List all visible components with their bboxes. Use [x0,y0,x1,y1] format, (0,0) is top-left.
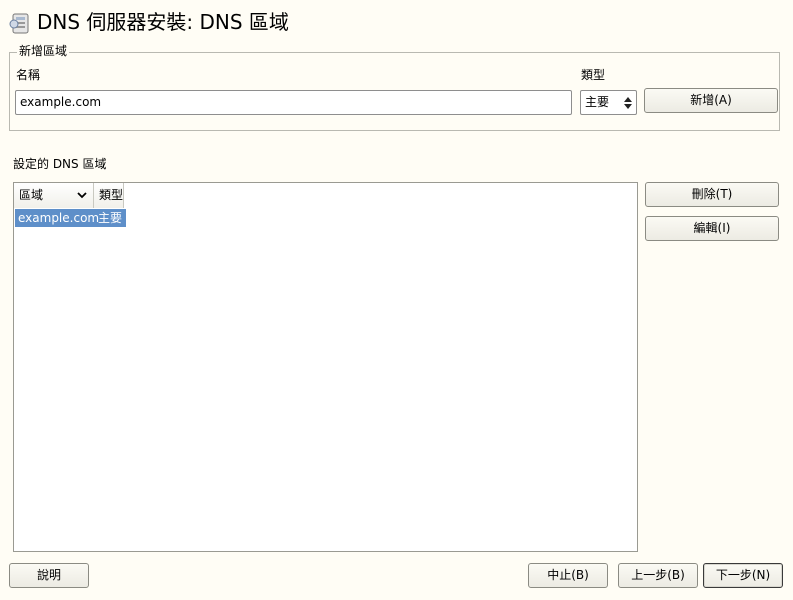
abort-button[interactable]: 中止(B) [528,563,608,588]
column-header-type[interactable]: 類型 [94,183,124,208]
table-row[interactable]: example.com 主要 [15,209,126,227]
add-zone-group-label: 新增區域 [17,44,70,58]
table-header: 區域 類型 [14,183,124,208]
dns-server-icon [9,13,29,34]
column-header-zone[interactable]: 區域 [14,183,94,208]
zone-type-value: 主要 [585,95,610,109]
column-header-zone-label: 區域 [19,188,44,202]
zone-cell: example.com [18,211,100,225]
zones-table[interactable]: 區域 類型 example.com 主要 [13,182,638,552]
back-button[interactable]: 上一步(B) [618,563,698,588]
updown-arrows-icon [624,97,632,109]
zone-type-label: 類型 [581,68,606,82]
chevron-down-icon [77,192,87,199]
page-title: DNS 伺服器安裝: DNS 區域 [37,10,289,34]
zone-type-select[interactable]: 主要 [580,90,637,115]
column-header-type-label: 類型 [99,188,124,202]
next-button[interactable]: 下一步(N) [703,563,783,588]
zone-name-label: 名稱 [16,68,41,82]
configured-zones-label: 設定的 DNS 區域 [13,157,107,171]
zone-name-input[interactable]: example.com [15,90,572,115]
help-button[interactable]: 說明 [9,563,89,588]
delete-zone-button[interactable]: 刪除(T) [645,182,779,207]
type-cell: 主要 [98,211,123,225]
edit-zone-button[interactable]: 編輯(I) [645,216,779,241]
add-zone-button[interactable]: 新增(A) [644,88,778,113]
